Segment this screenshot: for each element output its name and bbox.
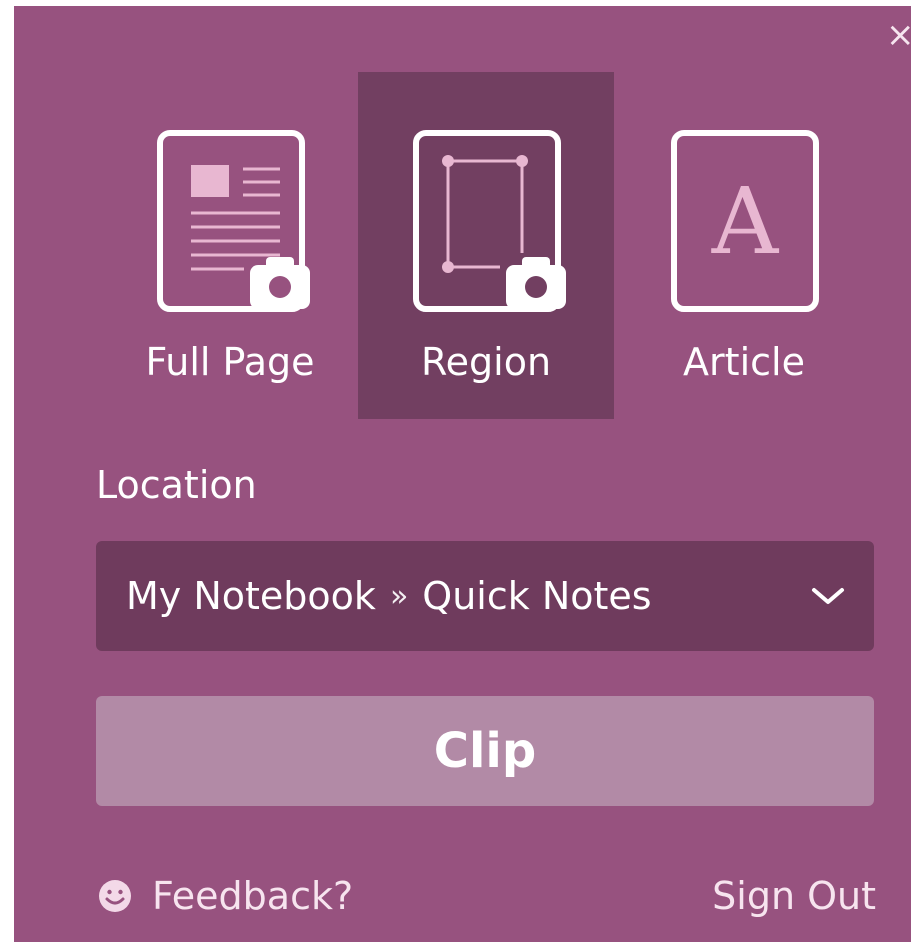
web-clipper-panel: × Full Page Region A Article Location My… bbox=[14, 6, 911, 942]
clip-mode-selector: Full Page Region A Article bbox=[102, 72, 882, 419]
full-page-icon bbox=[152, 127, 312, 317]
region-mode-button[interactable]: Region bbox=[358, 72, 614, 419]
feedback-link[interactable]: Feedback? bbox=[96, 868, 353, 924]
chevron-down-icon[interactable] bbox=[810, 584, 846, 608]
region-icon bbox=[408, 127, 568, 317]
location-label: Location bbox=[96, 463, 257, 507]
location-value: My Notebook » Quick Notes bbox=[126, 574, 810, 618]
region-mode-label: Region bbox=[420, 340, 552, 384]
clip-button[interactable]: Clip bbox=[96, 696, 874, 806]
location-dropdown[interactable]: My Notebook » Quick Notes bbox=[96, 541, 874, 651]
close-icon[interactable]: × bbox=[886, 18, 911, 52]
smiley-icon bbox=[99, 880, 131, 912]
svg-text:A: A bbox=[711, 168, 780, 275]
location-separator: » bbox=[389, 578, 409, 614]
full-page-mode-label: Full Page bbox=[145, 340, 315, 384]
article-mode-label: Article bbox=[683, 340, 805, 384]
article-icon: A bbox=[666, 127, 826, 317]
section-name: Quick Notes bbox=[422, 574, 652, 618]
footer-actions: Feedback? Sign Out bbox=[96, 868, 876, 924]
notebook-name: My Notebook bbox=[126, 574, 376, 618]
article-mode-button[interactable]: A Article bbox=[616, 72, 872, 419]
sign-out-link[interactable]: Sign Out bbox=[712, 868, 876, 924]
full-page-mode-button[interactable]: Full Page bbox=[102, 72, 358, 419]
feedback-label: Feedback? bbox=[152, 874, 354, 918]
